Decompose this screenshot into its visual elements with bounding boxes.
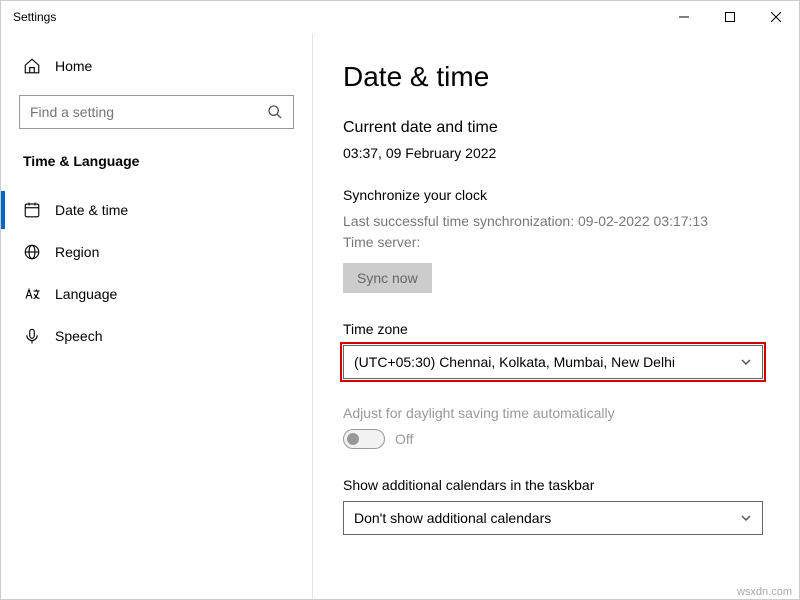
home-icon	[23, 57, 41, 75]
dst-toggle-state: Off	[395, 431, 413, 447]
sync-now-button[interactable]: Sync now	[343, 263, 432, 293]
sync-heading: Synchronize your clock	[343, 187, 769, 203]
chevron-down-icon	[740, 356, 752, 368]
additional-calendars-select[interactable]: Don't show additional calendars	[343, 501, 763, 535]
search-icon	[267, 104, 283, 120]
sidebar-item-date-time[interactable]: Date & time	[19, 191, 294, 229]
close-button[interactable]	[753, 1, 799, 33]
maximize-icon	[725, 12, 735, 22]
page-title: Date & time	[343, 61, 769, 93]
nav-home-label: Home	[55, 58, 92, 74]
globe-icon	[23, 243, 41, 261]
clock-calendar-icon	[23, 201, 41, 219]
chevron-down-icon	[740, 512, 752, 524]
sidebar-item-label: Region	[55, 244, 99, 260]
search-input[interactable]	[30, 104, 267, 120]
sidebar-item-speech[interactable]: Speech	[19, 317, 294, 355]
current-datetime-heading: Current date and time	[343, 119, 769, 137]
sidebar-item-language[interactable]: Language	[19, 275, 294, 313]
sidebar-item-label: Date & time	[55, 202, 128, 218]
nav-home[interactable]: Home	[19, 51, 294, 81]
search-input-wrap[interactable]	[19, 95, 294, 129]
timezone-select[interactable]: (UTC+05:30) Chennai, Kolkata, Mumbai, Ne…	[343, 345, 763, 379]
close-icon	[771, 12, 781, 22]
timezone-label: Time zone	[343, 321, 769, 337]
dst-toggle	[343, 429, 385, 449]
language-icon	[23, 285, 41, 303]
minimize-button[interactable]	[661, 1, 707, 33]
sync-server: Time server:	[343, 232, 769, 253]
sync-last-success: Last successful time synchronization: 09…	[343, 211, 769, 232]
watermark: wsxdn.com	[737, 586, 792, 598]
minimize-icon	[679, 12, 689, 22]
current-datetime-value: 03:37, 09 February 2022	[343, 145, 769, 161]
sidebar-category: Time & Language	[19, 153, 294, 169]
window-title: Settings	[13, 10, 56, 24]
sidebar-item-label: Speech	[55, 328, 102, 344]
sidebar-item-label: Language	[55, 286, 117, 302]
additional-calendars-label: Show additional calendars in the taskbar	[343, 477, 769, 493]
sidebar-item-region[interactable]: Region	[19, 233, 294, 271]
additional-calendars-value: Don't show additional calendars	[354, 510, 551, 526]
microphone-icon	[23, 327, 41, 345]
dst-label: Adjust for daylight saving time automati…	[343, 405, 769, 421]
maximize-button[interactable]	[707, 1, 753, 33]
timezone-value: (UTC+05:30) Chennai, Kolkata, Mumbai, Ne…	[354, 354, 675, 370]
